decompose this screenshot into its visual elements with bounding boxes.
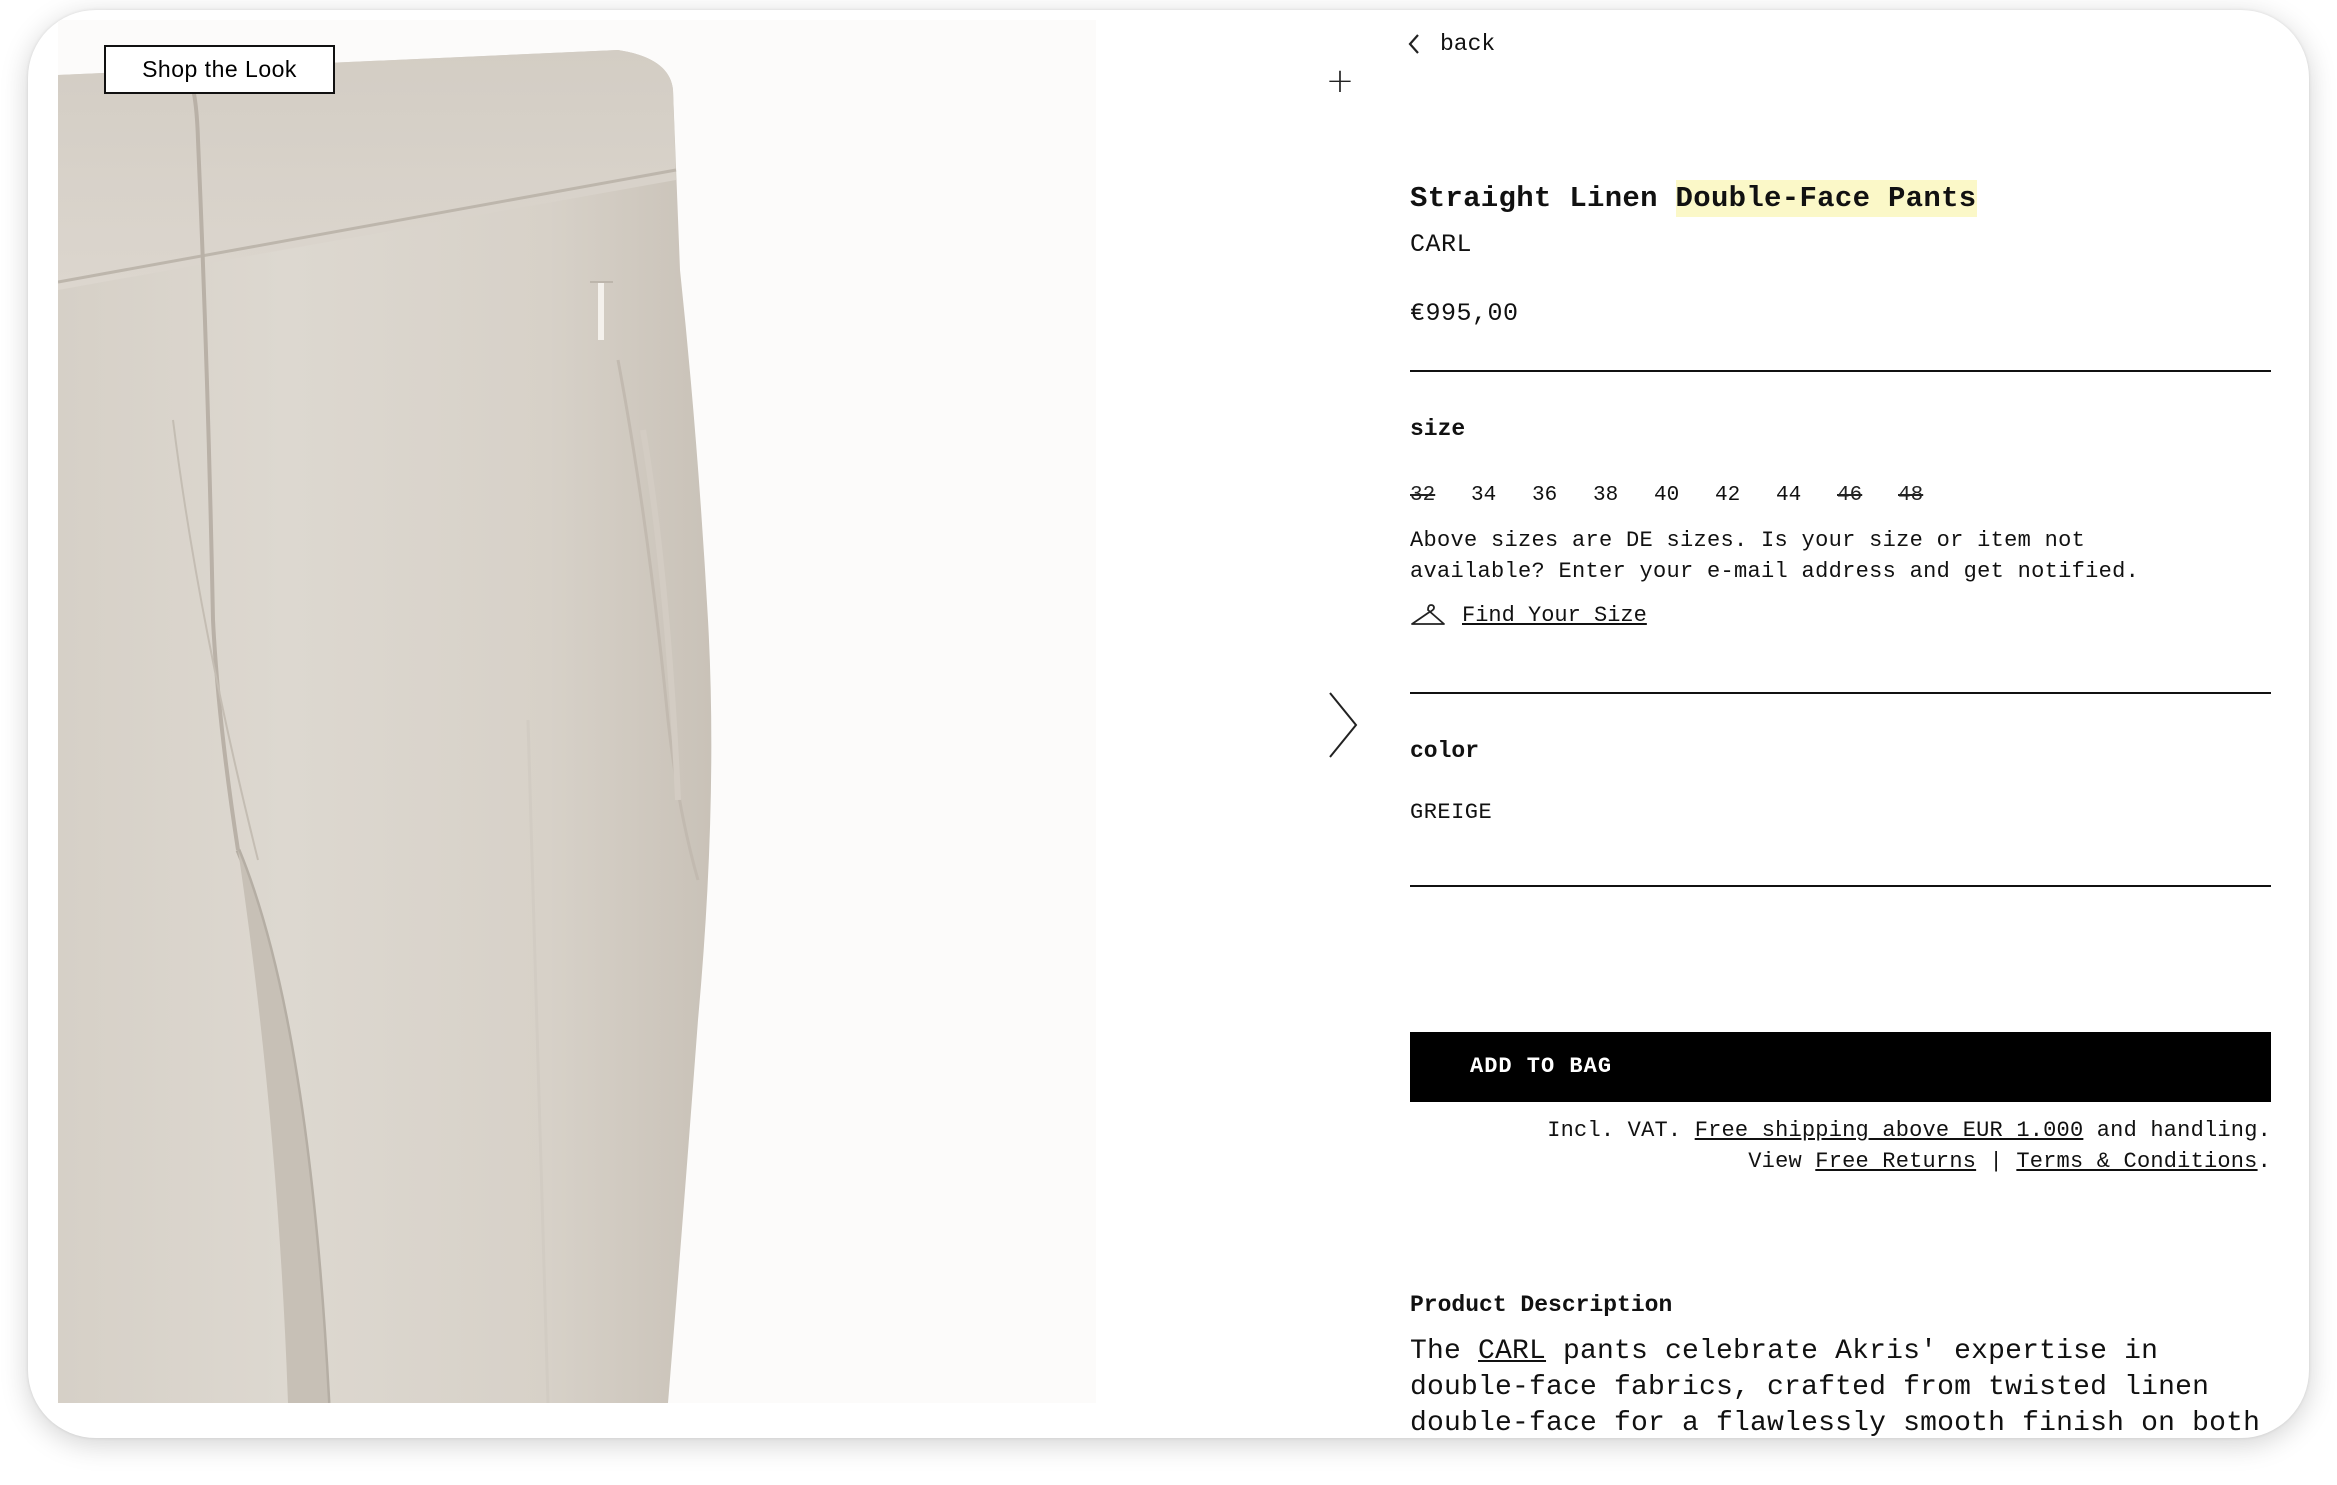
product-description-heading: Product Description	[1410, 1292, 1673, 1318]
add-to-bag-button[interactable]: ADD TO BAG	[1410, 1032, 2271, 1102]
view-text: View	[1748, 1149, 1802, 1174]
plus-icon[interactable]: +	[1315, 56, 1365, 106]
separator: |	[1989, 1149, 2003, 1174]
hanger-icon	[1411, 604, 1445, 625]
size-option[interactable]: 46	[1837, 484, 1898, 507]
shipping-info: Incl. VAT. Free shipping above EUR 1.000…	[1547, 1115, 2271, 1177]
color-value[interactable]: GREIGE	[1410, 800, 1492, 825]
size-option[interactable]: 48	[1898, 484, 1959, 507]
size-option[interactable]: 44	[1776, 484, 1837, 507]
product-title: Straight Linen Double-Face Pants	[1410, 180, 2300, 217]
product-description-text: The CARL pants celebrate Akris' expertis…	[1410, 1334, 2309, 1438]
product-price: €995,00	[1410, 299, 1519, 328]
carl-link[interactable]: CARL	[1478, 1336, 1546, 1367]
shipping-line: Incl. VAT. Free shipping above EUR 1.000…	[1547, 1115, 2271, 1146]
shop-the-look-button[interactable]: Shop the Look	[104, 45, 335, 94]
description-line: double-face fabrics, crafted from twiste…	[1410, 1372, 2210, 1403]
divider	[1410, 885, 2271, 887]
size-note-line: available? Enter your e-mail address and…	[1410, 559, 2140, 584]
product-brand: CARL	[1410, 230, 1473, 259]
divider	[1410, 370, 2271, 372]
size-selector: 32 34 36 38 40 42 44 46 48	[1410, 484, 1959, 507]
size-note: Above sizes are DE sizes. Is your size o…	[1410, 525, 2290, 587]
description-line: The CARL pants celebrate Akris' expertis…	[1410, 1334, 2309, 1370]
free-shipping-link[interactable]: Free shipping above EUR 1.000	[1695, 1118, 2084, 1143]
size-label: size	[1410, 416, 1466, 442]
size-option[interactable]: 42	[1715, 484, 1776, 507]
size-option[interactable]: 36	[1532, 484, 1593, 507]
title-highlight: Double-Face Pants	[1675, 180, 1977, 217]
find-your-size-label: Find Your Size	[1462, 602, 1647, 628]
color-label: color	[1410, 738, 1480, 764]
size-option[interactable]: 32	[1410, 484, 1471, 507]
size-option[interactable]: 40	[1654, 484, 1715, 507]
find-your-size-link[interactable]: Find Your Size	[1410, 602, 1647, 628]
chevron-left-icon	[1408, 34, 1419, 54]
pants-photo	[58, 20, 1096, 1403]
period: .	[2257, 1149, 2271, 1174]
returns-line: View Free Returns | Terms & Conditions.	[1547, 1146, 2271, 1177]
product-image[interactable]: Shop the Look	[58, 20, 1096, 1403]
divider	[1410, 692, 2271, 694]
chevron-right-icon[interactable]	[1318, 685, 1378, 765]
description-text: pants celebrate Akris' expertise in	[1546, 1336, 2159, 1367]
title-text: Straight Linen	[1410, 182, 1676, 215]
handling-text: and handling.	[2096, 1118, 2271, 1143]
free-returns-link[interactable]: Free Returns	[1815, 1149, 1976, 1174]
size-option[interactable]: 34	[1471, 484, 1532, 507]
description-text: The	[1410, 1336, 1479, 1367]
product-title-row: Straight Linen Double-Face Pants	[1410, 180, 2300, 217]
back-link[interactable]: back	[1406, 24, 1495, 64]
terms-link[interactable]: Terms & Conditions	[2016, 1149, 2257, 1174]
incl-vat-text: Incl. VAT.	[1547, 1118, 1682, 1143]
size-note-line: Above sizes are DE sizes. Is your size o…	[1410, 528, 2086, 553]
size-option[interactable]: 38	[1593, 484, 1654, 507]
product-description-header[interactable]: Product Description	[1410, 1292, 2271, 1318]
browser-frame: Shop the Look + back Straight Linen Doub…	[28, 10, 2309, 1438]
back-label: back	[1440, 31, 1496, 57]
description-line: double-face for a flawlessly smooth fini…	[1410, 1408, 2261, 1438]
